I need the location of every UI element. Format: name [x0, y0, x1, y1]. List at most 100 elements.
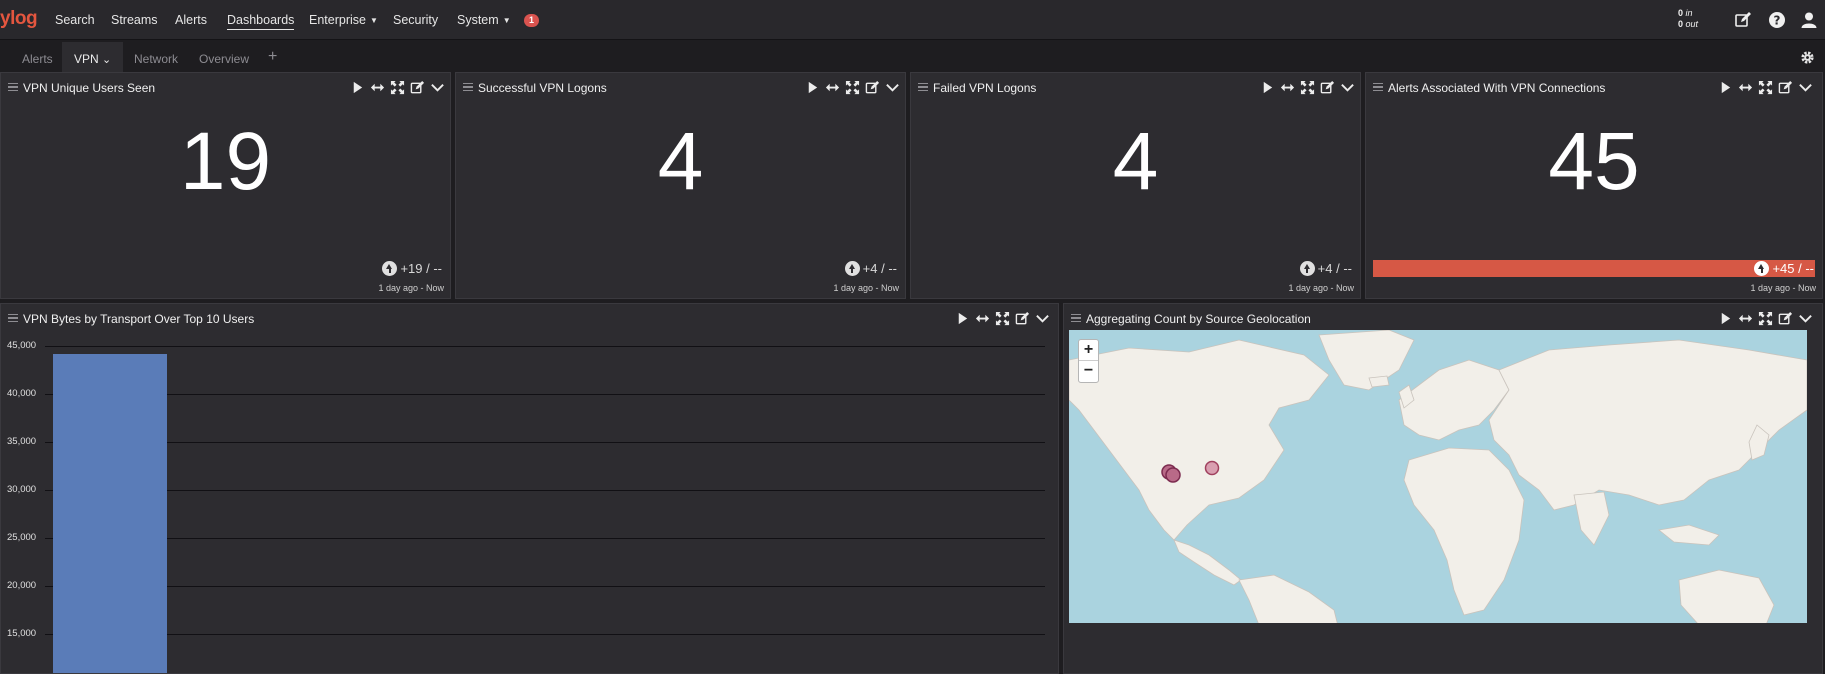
trend-indicator: +4 / --: [1299, 261, 1352, 276]
play-icon[interactable]: [1260, 80, 1275, 95]
y-axis-tick-label: 40,000: [7, 388, 37, 399]
fullscreen-icon[interactable]: [845, 80, 860, 95]
throughput-out-value: 0: [1678, 19, 1684, 29]
fullscreen-icon[interactable]: [1758, 80, 1773, 95]
metric-value: 45: [1548, 116, 1640, 207]
tab-network[interactable]: Network: [134, 52, 178, 66]
drag-handle-icon[interactable]: [918, 83, 928, 91]
world-map-landmass: [1069, 330, 1807, 623]
edit-icon[interactable]: [1320, 80, 1335, 95]
world-map[interactable]: + −: [1069, 330, 1807, 623]
play-icon[interactable]: [350, 80, 365, 95]
widget-title: Aggregating Count by Source Geolocation: [1086, 312, 1311, 326]
widget-actions: [805, 79, 900, 95]
add-tab-button[interactable]: +: [268, 48, 277, 66]
chart-gridline: [45, 586, 1045, 587]
settings-gear-icon[interactable]: [1800, 50, 1815, 70]
widget-alerts-vpn-connections: Alerts Associated With VPN Connections 4…: [1365, 72, 1823, 299]
y-axis-tick-label: 30,000: [7, 484, 37, 495]
tab-alerts[interactable]: Alerts: [22, 52, 53, 66]
widget-title: VPN Unique Users Seen: [23, 81, 156, 95]
tab-vpn[interactable]: VPN ⌄: [62, 42, 124, 72]
user-icon[interactable]: [1800, 11, 1818, 29]
nav-system[interactable]: System ▼: [457, 13, 511, 27]
fullscreen-icon[interactable]: [1758, 311, 1773, 326]
chevron-down-icon[interactable]: [1340, 80, 1355, 95]
chevron-down-icon[interactable]: [1798, 80, 1813, 95]
widget-successful-vpn-logons: Successful VPN Logons 4 +4 / -- 1 day ag…: [455, 72, 906, 299]
brand-logo[interactable]: ylog: [0, 8, 38, 30]
trend-text: +4 / --: [862, 261, 897, 276]
widget-header: VPN Unique Users Seen: [1, 73, 450, 99]
geo-marker[interactable]: [1165, 467, 1181, 483]
edit-icon[interactable]: [1778, 80, 1793, 95]
time-range: 1 day ago - Now: [1288, 283, 1354, 293]
widget-geolocation-map: Aggregating Count by Source Geolocation: [1063, 303, 1823, 674]
edit-icon[interactable]: [1734, 11, 1752, 29]
chevron-down-icon: ⌄: [102, 54, 112, 66]
tab-overview[interactable]: Overview: [199, 52, 249, 66]
expand-horizontal-icon[interactable]: [370, 80, 385, 95]
expand-horizontal-icon[interactable]: [1738, 311, 1753, 326]
arrow-up-circle-icon: [1754, 261, 1770, 276]
drag-handle-icon[interactable]: [8, 83, 18, 91]
fullscreen-icon[interactable]: [390, 80, 405, 95]
arrow-up-circle-icon: [844, 261, 860, 276]
widget-actions: [1718, 79, 1813, 95]
nav-streams[interactable]: Streams: [111, 13, 158, 27]
zoom-in-button[interactable]: +: [1079, 340, 1098, 361]
trend-text: +4 / --: [1317, 261, 1352, 276]
throughput-in-label: in: [1685, 8, 1693, 18]
chevron-down-icon[interactable]: [430, 80, 445, 95]
caret-down-icon: ▼: [369, 16, 378, 25]
chart-bar[interactable]: [53, 353, 167, 673]
fullscreen-icon[interactable]: [1300, 80, 1315, 95]
widget-failed-vpn-logons: Failed VPN Logons 4 +4 / -- 1 day ago - …: [910, 72, 1361, 299]
chart-gridline: [45, 394, 1045, 395]
metric-value: 19: [179, 116, 272, 207]
tab-vpn-label: VPN: [74, 52, 99, 66]
edit-icon[interactable]: [410, 80, 425, 95]
zoom-out-button[interactable]: −: [1079, 361, 1098, 382]
expand-horizontal-icon[interactable]: [825, 80, 840, 95]
nav-dashboards[interactable]: Dashboards: [227, 13, 295, 30]
widget-actions: [1718, 310, 1813, 326]
nav-security[interactable]: Security: [393, 13, 438, 27]
time-range: 1 day ago - Now: [833, 283, 899, 293]
nav-enterprise-label: Enterprise: [309, 13, 366, 27]
play-icon[interactable]: [805, 80, 820, 95]
y-axis-tick-label: 25,000: [7, 532, 37, 543]
y-axis-tick-label: 35,000: [7, 436, 37, 447]
nav-search[interactable]: Search: [55, 13, 95, 27]
dashboard-tabs: Alerts VPN ⌄ Network Overview +: [0, 42, 1825, 72]
nav-alerts[interactable]: Alerts: [175, 13, 207, 27]
drag-handle-icon[interactable]: [1373, 83, 1383, 91]
edit-icon[interactable]: [1778, 311, 1793, 326]
chevron-down-icon[interactable]: [885, 80, 900, 95]
geo-marker[interactable]: [1204, 460, 1220, 476]
edit-icon[interactable]: [865, 80, 880, 95]
chart-gridline: [45, 346, 1045, 347]
chevron-down-icon[interactable]: [1798, 311, 1813, 326]
widget-header: Successful VPN Logons: [456, 73, 905, 99]
widget-header: Aggregating Count by Source Geolocation: [1064, 304, 1822, 330]
drag-handle-icon[interactable]: [463, 83, 473, 91]
throughput-indicator[interactable]: 0 in 0 out: [1678, 8, 1698, 30]
metric-value: 4: [1112, 116, 1159, 207]
widget-title: Alerts Associated With VPN Connections: [1388, 81, 1606, 95]
expand-horizontal-icon[interactable]: [1280, 80, 1295, 95]
drag-handle-icon[interactable]: [1071, 314, 1081, 322]
nav-enterprise[interactable]: Enterprise ▼: [309, 13, 378, 27]
play-icon[interactable]: [1718, 311, 1733, 326]
chart-gridline: [45, 442, 1045, 443]
widget-header: Failed VPN Logons: [911, 73, 1360, 99]
y-axis-tick-label: 15,000: [7, 628, 37, 639]
trend-indicator: +4 / --: [844, 261, 897, 276]
notification-badge[interactable]: 1: [524, 14, 539, 27]
widget-vpn-unique-users: VPN Unique Users Seen 19 +19 / -- 1 day …: [0, 72, 451, 299]
expand-horizontal-icon[interactable]: [1738, 80, 1753, 95]
play-icon[interactable]: [1718, 80, 1733, 95]
help-icon[interactable]: ?: [1768, 11, 1786, 29]
trend-text: +45 / --: [1772, 261, 1814, 276]
chart-gridline: [45, 538, 1045, 539]
